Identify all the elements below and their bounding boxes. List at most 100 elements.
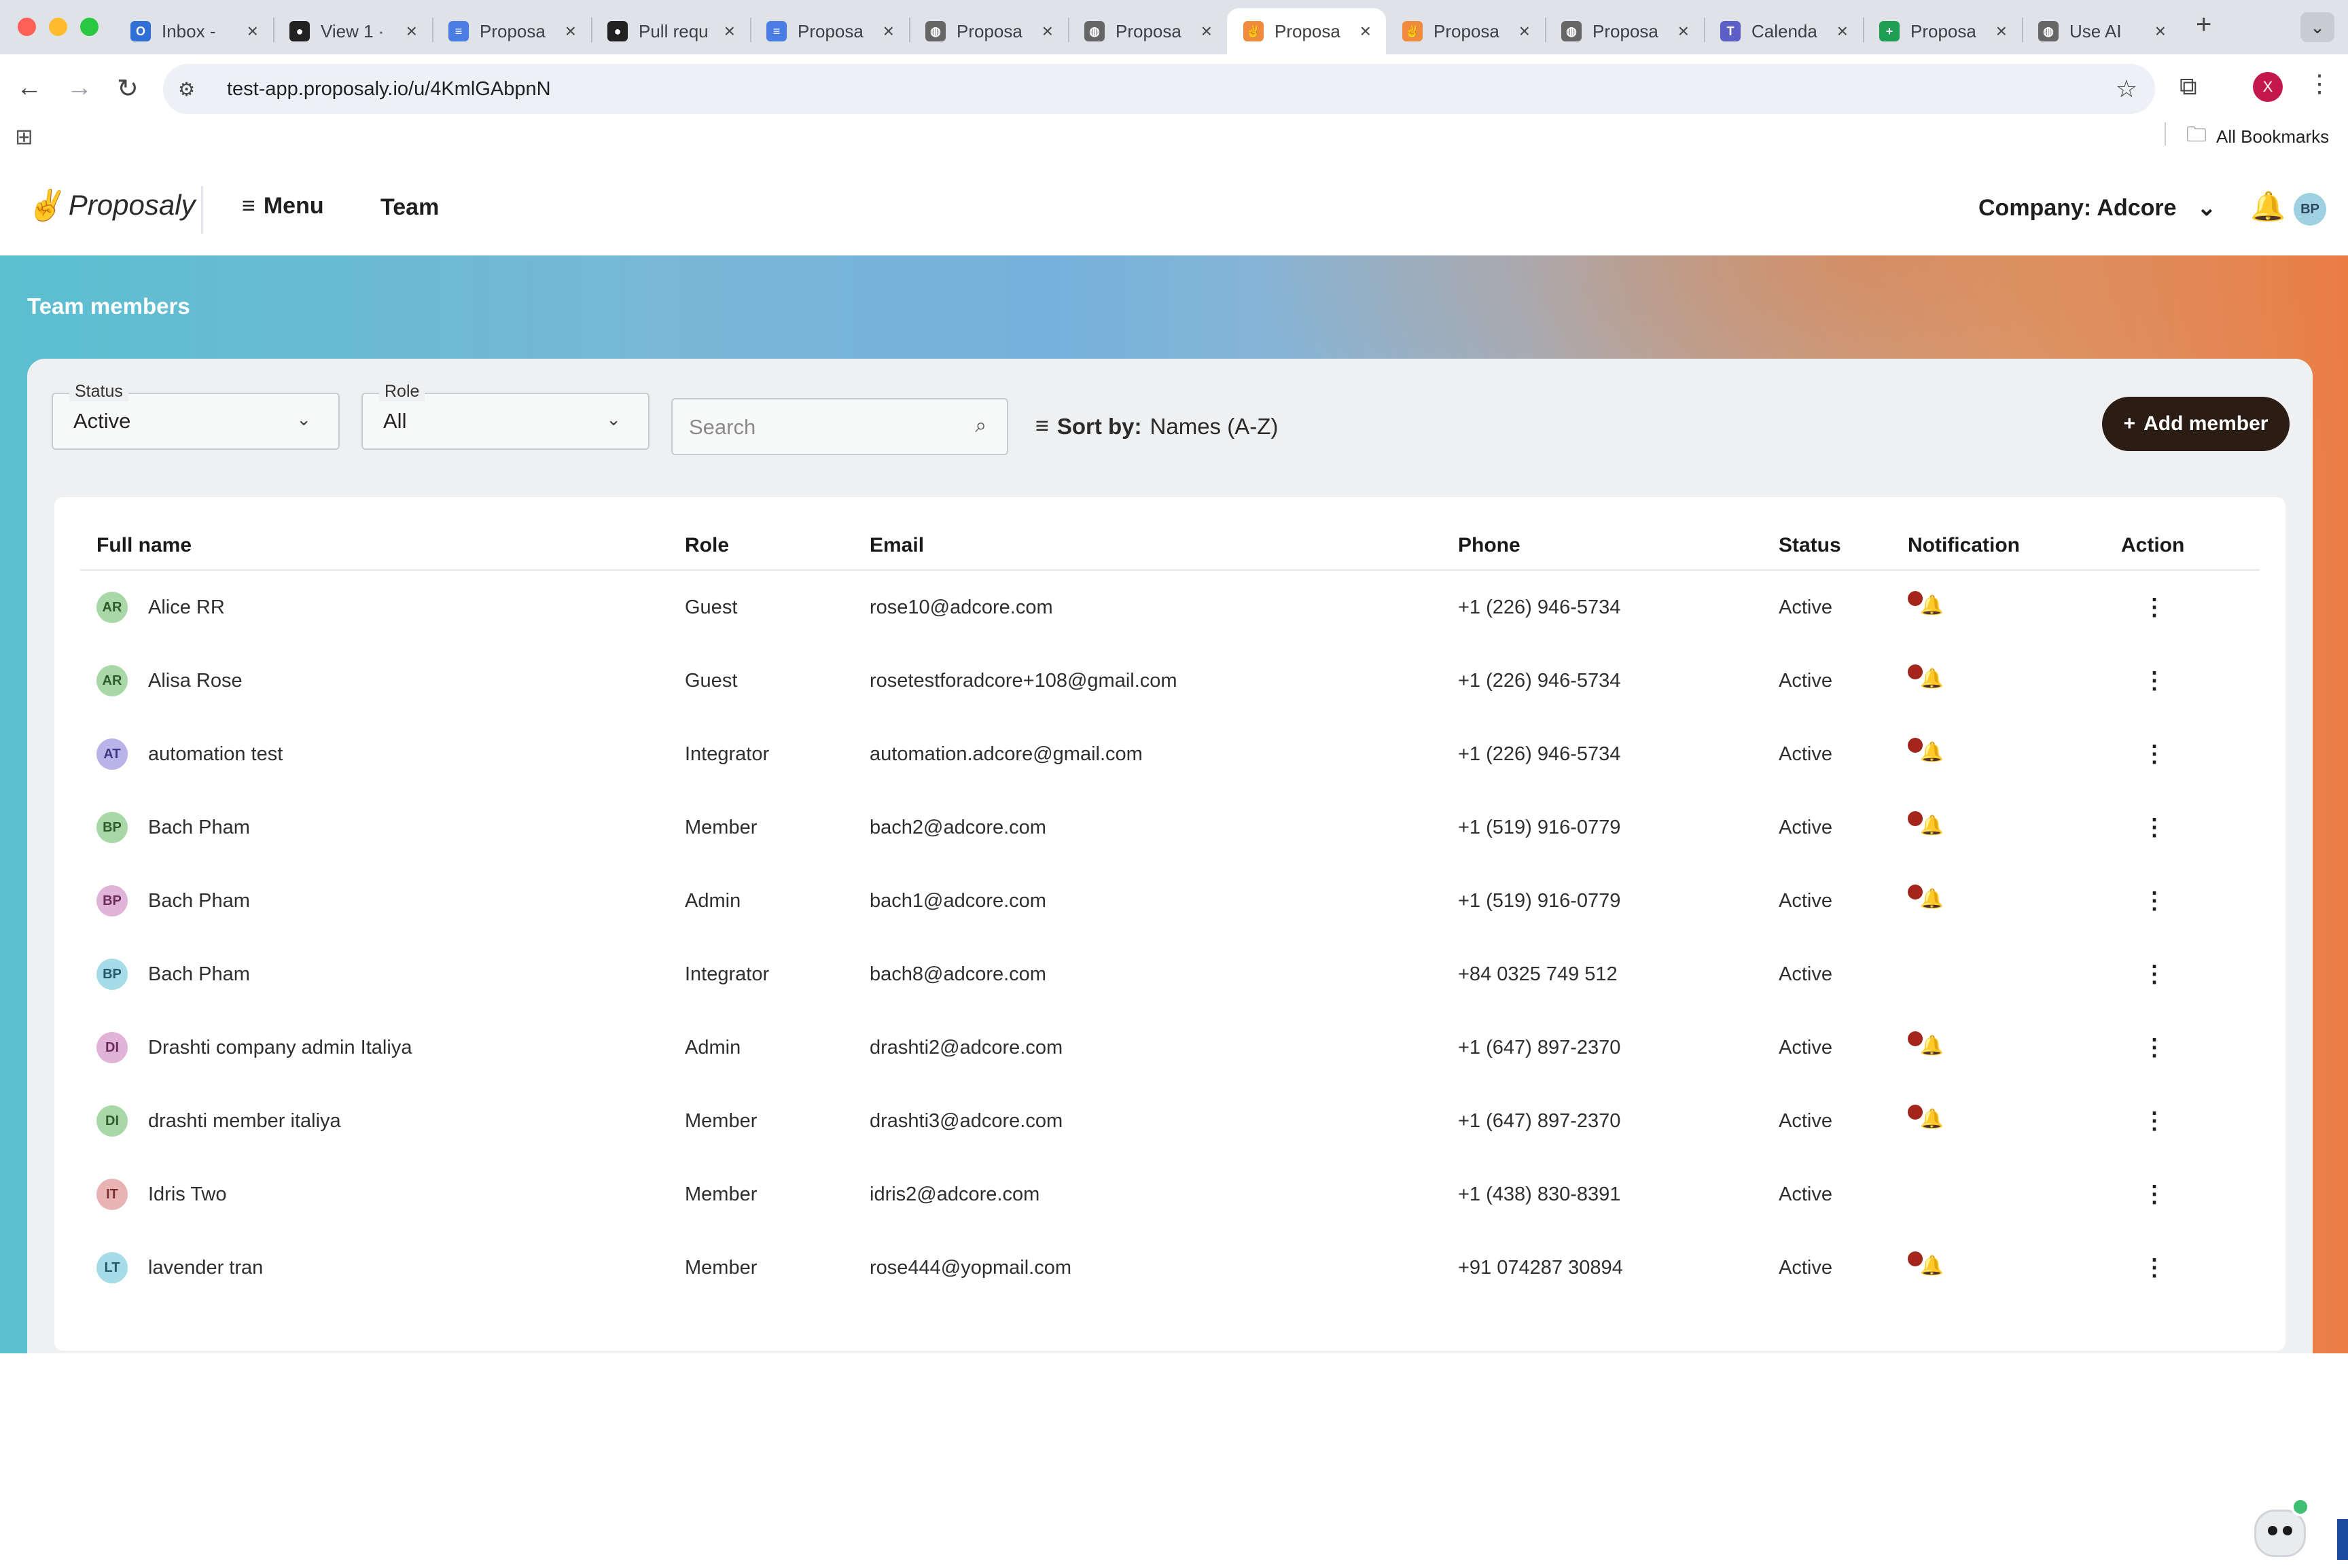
- more-vertical-icon[interactable]: ⋮: [2121, 594, 2166, 620]
- more-vertical-icon[interactable]: ⋮: [2121, 1035, 2166, 1061]
- table-row[interactable]: BP Bach Pham Integrator bach8@adcore.com +84…: [80, 938, 2260, 1011]
- close-tab-icon[interactable]: ×: [1201, 20, 1212, 42]
- table-row[interactable]: DI Drashti company admin Italiya Admin dras…: [80, 1011, 2260, 1084]
- column-header-full-name[interactable]: Full name: [80, 522, 685, 571]
- close-tab-icon[interactable]: ×: [1519, 20, 1530, 42]
- close-tab-icon[interactable]: ×: [565, 20, 576, 42]
- new-tab-button[interactable]: +: [2196, 10, 2211, 40]
- browser-tab[interactable]: ◍ Proposa ×: [1068, 8, 1227, 54]
- browser-tab[interactable]: ≡ Proposa ×: [432, 8, 591, 54]
- column-header-email[interactable]: Email: [870, 522, 1458, 571]
- address-url[interactable]: test-app.proposaly.io/u/4KmlGAbpnN: [227, 78, 551, 101]
- window-close-button[interactable]: [18, 18, 36, 36]
- table-row[interactable]: LT lavender tran Member rose444@yopmail.com…: [80, 1231, 2260, 1304]
- notification-indicator[interactable]: 🔔: [1908, 1251, 1949, 1279]
- team-nav-link[interactable]: Team: [380, 194, 439, 221]
- back-arrow-icon[interactable]: ←: [16, 73, 42, 103]
- table-row[interactable]: IT Idris Two Member idris2@adcore.com +1 (43…: [80, 1158, 2260, 1231]
- notification-indicator[interactable]: 🔔: [1908, 1031, 1949, 1058]
- browser-tab[interactable]: O Inbox - ×: [114, 8, 273, 54]
- close-tab-icon[interactable]: ×: [1360, 20, 1371, 42]
- menu-button[interactable]: ≡ Menu: [242, 193, 324, 219]
- address-bar[interactable]: ⚙ test-app.proposaly.io/u/4KmlGAbpnN ☆: [163, 64, 2155, 114]
- browser-tab[interactable]: ◍ Proposa ×: [909, 8, 1068, 54]
- notification-indicator[interactable]: 🔔: [1908, 591, 1949, 618]
- browser-tab[interactable]: ◍ Use AI ×: [2022, 8, 2181, 54]
- proposaly-logo[interactable]: ✌ Proposaly: [26, 188, 196, 223]
- table-row[interactable]: BP Bach Pham Admin bach1@adcore.com +1 (519)…: [80, 864, 2260, 938]
- browser-tab[interactable]: ● Pull requ ×: [591, 8, 750, 54]
- member-role: Integrator: [685, 743, 770, 765]
- close-tab-icon[interactable]: ×: [724, 20, 735, 42]
- more-vertical-icon[interactable]: ⋮: [2121, 1255, 2166, 1281]
- profile-avatar[interactable]: X: [2253, 72, 2283, 102]
- assistant-bot-icon[interactable]: [2249, 1493, 2310, 1568]
- name-cell: BP Bach Pham: [80, 938, 685, 1011]
- table-row[interactable]: DI drashti member italiya Member drashti3@a…: [80, 1084, 2260, 1158]
- role-filter[interactable]: Role All ⌄: [361, 382, 650, 450]
- sort-control[interactable]: ≡ Sort by: Names (A-Z): [1035, 413, 1278, 440]
- search-input[interactable]: [688, 412, 948, 443]
- table-row[interactable]: AR Alice RR Guest rose10@adcore.com +1 (226)…: [80, 570, 2260, 644]
- notification-indicator[interactable]: 🔔: [1908, 664, 1949, 692]
- status-filter[interactable]: Status Active ⌄: [52, 382, 340, 450]
- user-avatar[interactable]: BP: [2294, 193, 2326, 226]
- site-settings-icon[interactable]: ⚙: [178, 78, 205, 101]
- bookmark-star-icon[interactable]: ☆: [2116, 75, 2137, 103]
- bell-icon: 🔔: [1920, 1255, 1944, 1276]
- notification-indicator[interactable]: 🔔: [1908, 811, 1949, 838]
- column-header-status[interactable]: Status: [1779, 522, 1908, 571]
- notification-indicator[interactable]: 🔔: [1908, 885, 1949, 912]
- tab-search-chevron-icon[interactable]: ⌄: [2300, 12, 2334, 42]
- apps-grid-icon[interactable]: ⊞: [15, 124, 33, 149]
- extensions-puzzle-icon[interactable]: ⧉: [2180, 72, 2197, 101]
- more-vertical-icon[interactable]: ⋮: [2121, 1181, 2166, 1207]
- browser-tab[interactable]: + Proposa ×: [1863, 8, 2022, 54]
- close-tab-icon[interactable]: ×: [1678, 20, 1689, 42]
- more-vertical-icon[interactable]: ⋮: [2121, 815, 2166, 840]
- close-tab-icon[interactable]: ×: [247, 20, 258, 42]
- column-header-notification[interactable]: Notification: [1908, 522, 2121, 571]
- close-tab-icon[interactable]: ×: [1996, 20, 2007, 42]
- browser-tab[interactable]: ◍ Proposa ×: [1545, 8, 1704, 54]
- column-header-phone[interactable]: Phone: [1458, 522, 1779, 571]
- company-selector[interactable]: Company: Adcore ⌄: [1978, 194, 2216, 221]
- search-icon[interactable]: ⌕: [975, 414, 986, 438]
- notification-indicator[interactable]: 🔔: [1908, 738, 1949, 765]
- table-row[interactable]: BP Bach Pham Member bach2@adcore.com +1 (519…: [80, 791, 2260, 864]
- more-vertical-icon[interactable]: ⋮: [2121, 668, 2166, 694]
- browser-tab[interactable]: T Calenda ×: [1704, 8, 1863, 54]
- close-tab-icon[interactable]: ×: [2155, 20, 2166, 42]
- plus-icon: +: [2123, 412, 2136, 435]
- more-vertical-icon[interactable]: ⋮: [2121, 888, 2166, 914]
- add-member-button[interactable]: + Add member: [2102, 397, 2290, 451]
- forward-arrow-icon[interactable]: →: [67, 73, 92, 103]
- close-tab-icon[interactable]: ×: [1042, 20, 1053, 42]
- close-tab-icon[interactable]: ×: [883, 20, 894, 42]
- notifications-bell-icon[interactable]: 🔔: [2250, 190, 2285, 224]
- more-vertical-icon[interactable]: ⋮: [2121, 741, 2166, 767]
- browser-tab[interactable]: ● View 1 · ×: [273, 8, 432, 54]
- all-bookmarks-button[interactable]: 🗀 All Bookmarks: [2186, 120, 2329, 154]
- close-tab-icon[interactable]: ×: [406, 20, 417, 42]
- more-vertical-icon[interactable]: ⋮: [2121, 1108, 2166, 1134]
- close-tab-icon[interactable]: ×: [1837, 20, 1848, 42]
- member-avatar: BP: [96, 812, 128, 843]
- browser-tab[interactable]: ✌ Proposa ×: [1227, 8, 1386, 54]
- column-header-role[interactable]: Role: [685, 522, 870, 571]
- reload-icon[interactable]: ↻: [117, 73, 139, 104]
- more-vertical-icon[interactable]: ⋮: [2121, 961, 2166, 987]
- window-zoom-button[interactable]: [80, 18, 99, 36]
- table-row[interactable]: AT automation test Integrator automation.ad…: [80, 717, 2260, 791]
- edge-widget[interactable]: [2337, 1519, 2348, 1560]
- member-phone: +1 (226) 946-5734: [1458, 669, 1621, 692]
- browser-tab[interactable]: ≡ Proposa ×: [750, 8, 909, 54]
- member-email: idris2@adcore.com: [870, 1183, 1040, 1205]
- browser-tab[interactable]: ✌ Proposa ×: [1386, 8, 1545, 54]
- member-status: Active: [1779, 669, 1832, 692]
- window-minimize-button[interactable]: [49, 18, 67, 36]
- browser-menu-icon[interactable]: ⋮: [2307, 69, 2332, 98]
- member-phone: +91 074287 30894: [1458, 1256, 1623, 1279]
- table-row[interactable]: AR Alisa Rose Guest rosetestforadcore+108@g…: [80, 644, 2260, 717]
- notification-indicator[interactable]: 🔔: [1908, 1105, 1949, 1132]
